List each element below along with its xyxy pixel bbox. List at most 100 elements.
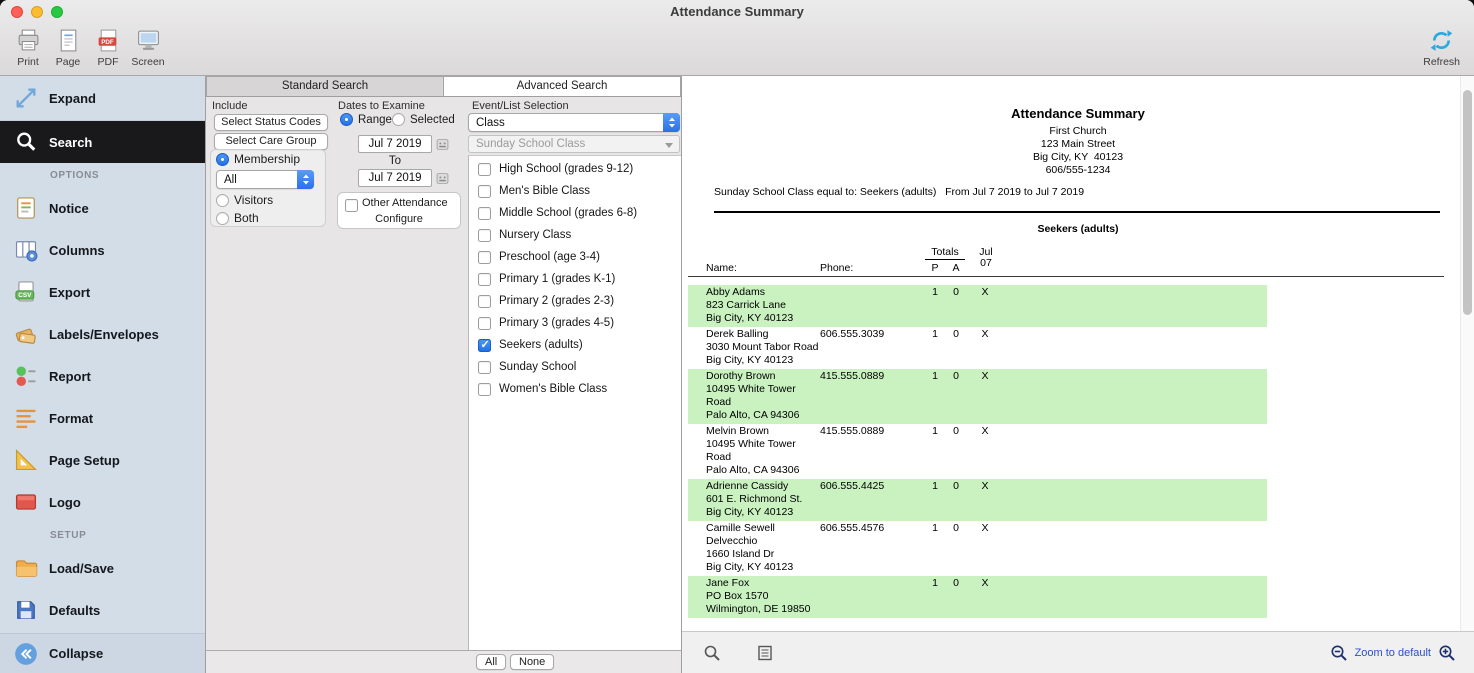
event-type-select[interactable]: Class: [468, 113, 680, 132]
sidebar-item-expand[interactable]: Expand: [0, 76, 205, 121]
expand-icon: [13, 85, 39, 111]
radio-icon: [216, 194, 229, 207]
row-absent-count: 0: [949, 425, 963, 437]
row-absent-count: 0: [949, 286, 963, 298]
refresh-label: Refresh: [1423, 56, 1460, 68]
sidebar-item-page-setup[interactable]: Page Setup: [0, 439, 205, 481]
radio-icon: [392, 113, 405, 126]
event-filter-select[interactable]: Sunday School Class: [468, 135, 680, 153]
tab-advanced-search[interactable]: Advanced Search: [444, 76, 681, 96]
labels-icon: [13, 321, 39, 347]
report-label: Report: [49, 369, 91, 384]
sidebar-item-labels-envelopes[interactable]: Labels/Envelopes: [0, 313, 205, 355]
load-save-label: Load/Save: [49, 561, 114, 576]
other-attendance-checkbox[interactable]: [345, 199, 358, 212]
event-item-primary-1[interactable]: Primary 1 (grades K-1): [469, 268, 681, 290]
date-from-field[interactable]: Jul 7 2019: [358, 135, 432, 153]
event-item-primary-3[interactable]: Primary 3 (grades 4-5): [469, 312, 681, 334]
row-attendance-mark: X: [976, 425, 994, 437]
radio-both[interactable]: Both: [216, 211, 259, 225]
radio-icon: [216, 153, 229, 166]
radio-visitors[interactable]: Visitors: [216, 193, 273, 207]
event-item-primary-2[interactable]: Primary 2 (grades 2-3): [469, 290, 681, 312]
page-label: Page: [56, 56, 81, 68]
scrollbar-thumb[interactable]: [1463, 90, 1472, 315]
columns-label: Columns: [49, 243, 105, 258]
sidebar-item-collapse[interactable]: Collapse: [0, 633, 205, 673]
checkbox-icon: [478, 361, 491, 374]
checkbox-icon: [478, 163, 491, 176]
date-picker-icon[interactable]: [436, 172, 449, 185]
toolbar: Print Page PDF PDF: [0, 25, 1474, 76]
visitors-label: Visitors: [234, 193, 273, 207]
minimize-button[interactable]: [31, 6, 43, 18]
radio-range[interactable]: Range: [340, 113, 392, 126]
preview-search-icon[interactable]: [703, 644, 721, 662]
column-header-totals: Totals: [924, 246, 966, 258]
sidebar-item-defaults[interactable]: Defaults: [0, 589, 205, 631]
select-status-codes-button[interactable]: Select Status Codes: [214, 114, 328, 131]
select-care-group-button[interactable]: Select Care Group: [214, 133, 328, 150]
zoom-out-icon[interactable]: [1330, 644, 1348, 662]
sidebar-item-format[interactable]: Format: [0, 397, 205, 439]
page-button[interactable]: Page: [48, 27, 88, 68]
sidebar-item-columns[interactable]: Columns: [0, 229, 205, 271]
screen-icon: [135, 27, 162, 54]
other-attendance-label: Other Attendance: [362, 197, 448, 209]
expand-label: Expand: [49, 91, 96, 106]
zoom-in-icon[interactable]: [1438, 644, 1456, 662]
screen-button[interactable]: Screen: [128, 27, 168, 68]
event-item-womens-bible-class[interactable]: Women's Bible Class: [469, 378, 681, 400]
popup-arrows-icon: [297, 170, 314, 189]
radio-membership[interactable]: Membership: [216, 152, 300, 166]
preview-scrollbar[interactable]: [1460, 76, 1474, 631]
row-present-count: 1: [928, 425, 942, 437]
select-none-button[interactable]: None: [510, 654, 554, 670]
sidebar-item-load-save[interactable]: Load/Save: [0, 547, 205, 589]
load-save-folder-icon: [13, 555, 39, 581]
event-item-nursery-class[interactable]: Nursery Class: [469, 224, 681, 246]
report-row: Melvin Brown 10495 White Tower Road Palo…: [688, 424, 1267, 479]
event-item-high-school[interactable]: High School (grades 9-12): [469, 158, 681, 180]
row-present-count: 1: [928, 577, 942, 589]
event-item-preschool[interactable]: Preschool (age 3-4): [469, 246, 681, 268]
sidebar-item-notice[interactable]: Notice: [0, 187, 205, 229]
collapse-label: Collapse: [49, 646, 103, 661]
close-button[interactable]: [11, 6, 23, 18]
report-icon: [13, 363, 39, 389]
tab-standard-search[interactable]: Standard Search: [206, 76, 444, 96]
date-to-field[interactable]: Jul 7 2019: [358, 169, 432, 187]
membership-type-select[interactable]: All: [216, 170, 314, 189]
preview-document-icon[interactable]: [756, 644, 774, 662]
sidebar-item-export[interactable]: CSV Export: [0, 271, 205, 313]
include-label: Include: [212, 100, 247, 112]
select-all-button[interactable]: All: [476, 654, 506, 670]
event-item-sunday-school[interactable]: Sunday School: [469, 356, 681, 378]
configure-button[interactable]: Configure: [338, 213, 460, 225]
row-attendance-mark: X: [976, 522, 994, 534]
collapse-icon: [13, 641, 39, 667]
sidebar-item-search[interactable]: Search: [0, 121, 205, 163]
checkbox-icon: [478, 383, 491, 396]
date-picker-icon[interactable]: [436, 138, 449, 151]
zoom-to-default-button[interactable]: Zoom to default: [1355, 647, 1431, 659]
radio-selected[interactable]: Selected: [392, 113, 455, 126]
print-button[interactable]: Print: [8, 27, 48, 68]
svg-text:PDF: PDF: [101, 39, 114, 46]
columns-icon: [13, 237, 39, 263]
membership-label: Membership: [234, 152, 300, 166]
row-absent-count: 0: [949, 328, 963, 340]
sidebar-item-logo[interactable]: Logo: [0, 481, 205, 523]
event-item-mens-bible-class[interactable]: Men's Bible Class: [469, 180, 681, 202]
main-area: Expand Search OPTIONS Notice Columns: [0, 76, 1474, 673]
refresh-button[interactable]: Refresh: [1421, 27, 1462, 68]
fullscreen-button[interactable]: [51, 6, 63, 18]
event-list-selection-label: Event/List Selection: [472, 100, 569, 112]
event-item-label: Sunday School: [499, 361, 576, 373]
radio-icon: [216, 212, 229, 225]
event-item-seekers-adults[interactable]: Seekers (adults): [469, 334, 681, 356]
row-phone: 606.555.3039: [820, 328, 884, 340]
pdf-button[interactable]: PDF PDF: [88, 27, 128, 68]
event-item-middle-school[interactable]: Middle School (grades 6-8): [469, 202, 681, 224]
sidebar-item-report[interactable]: Report: [0, 355, 205, 397]
